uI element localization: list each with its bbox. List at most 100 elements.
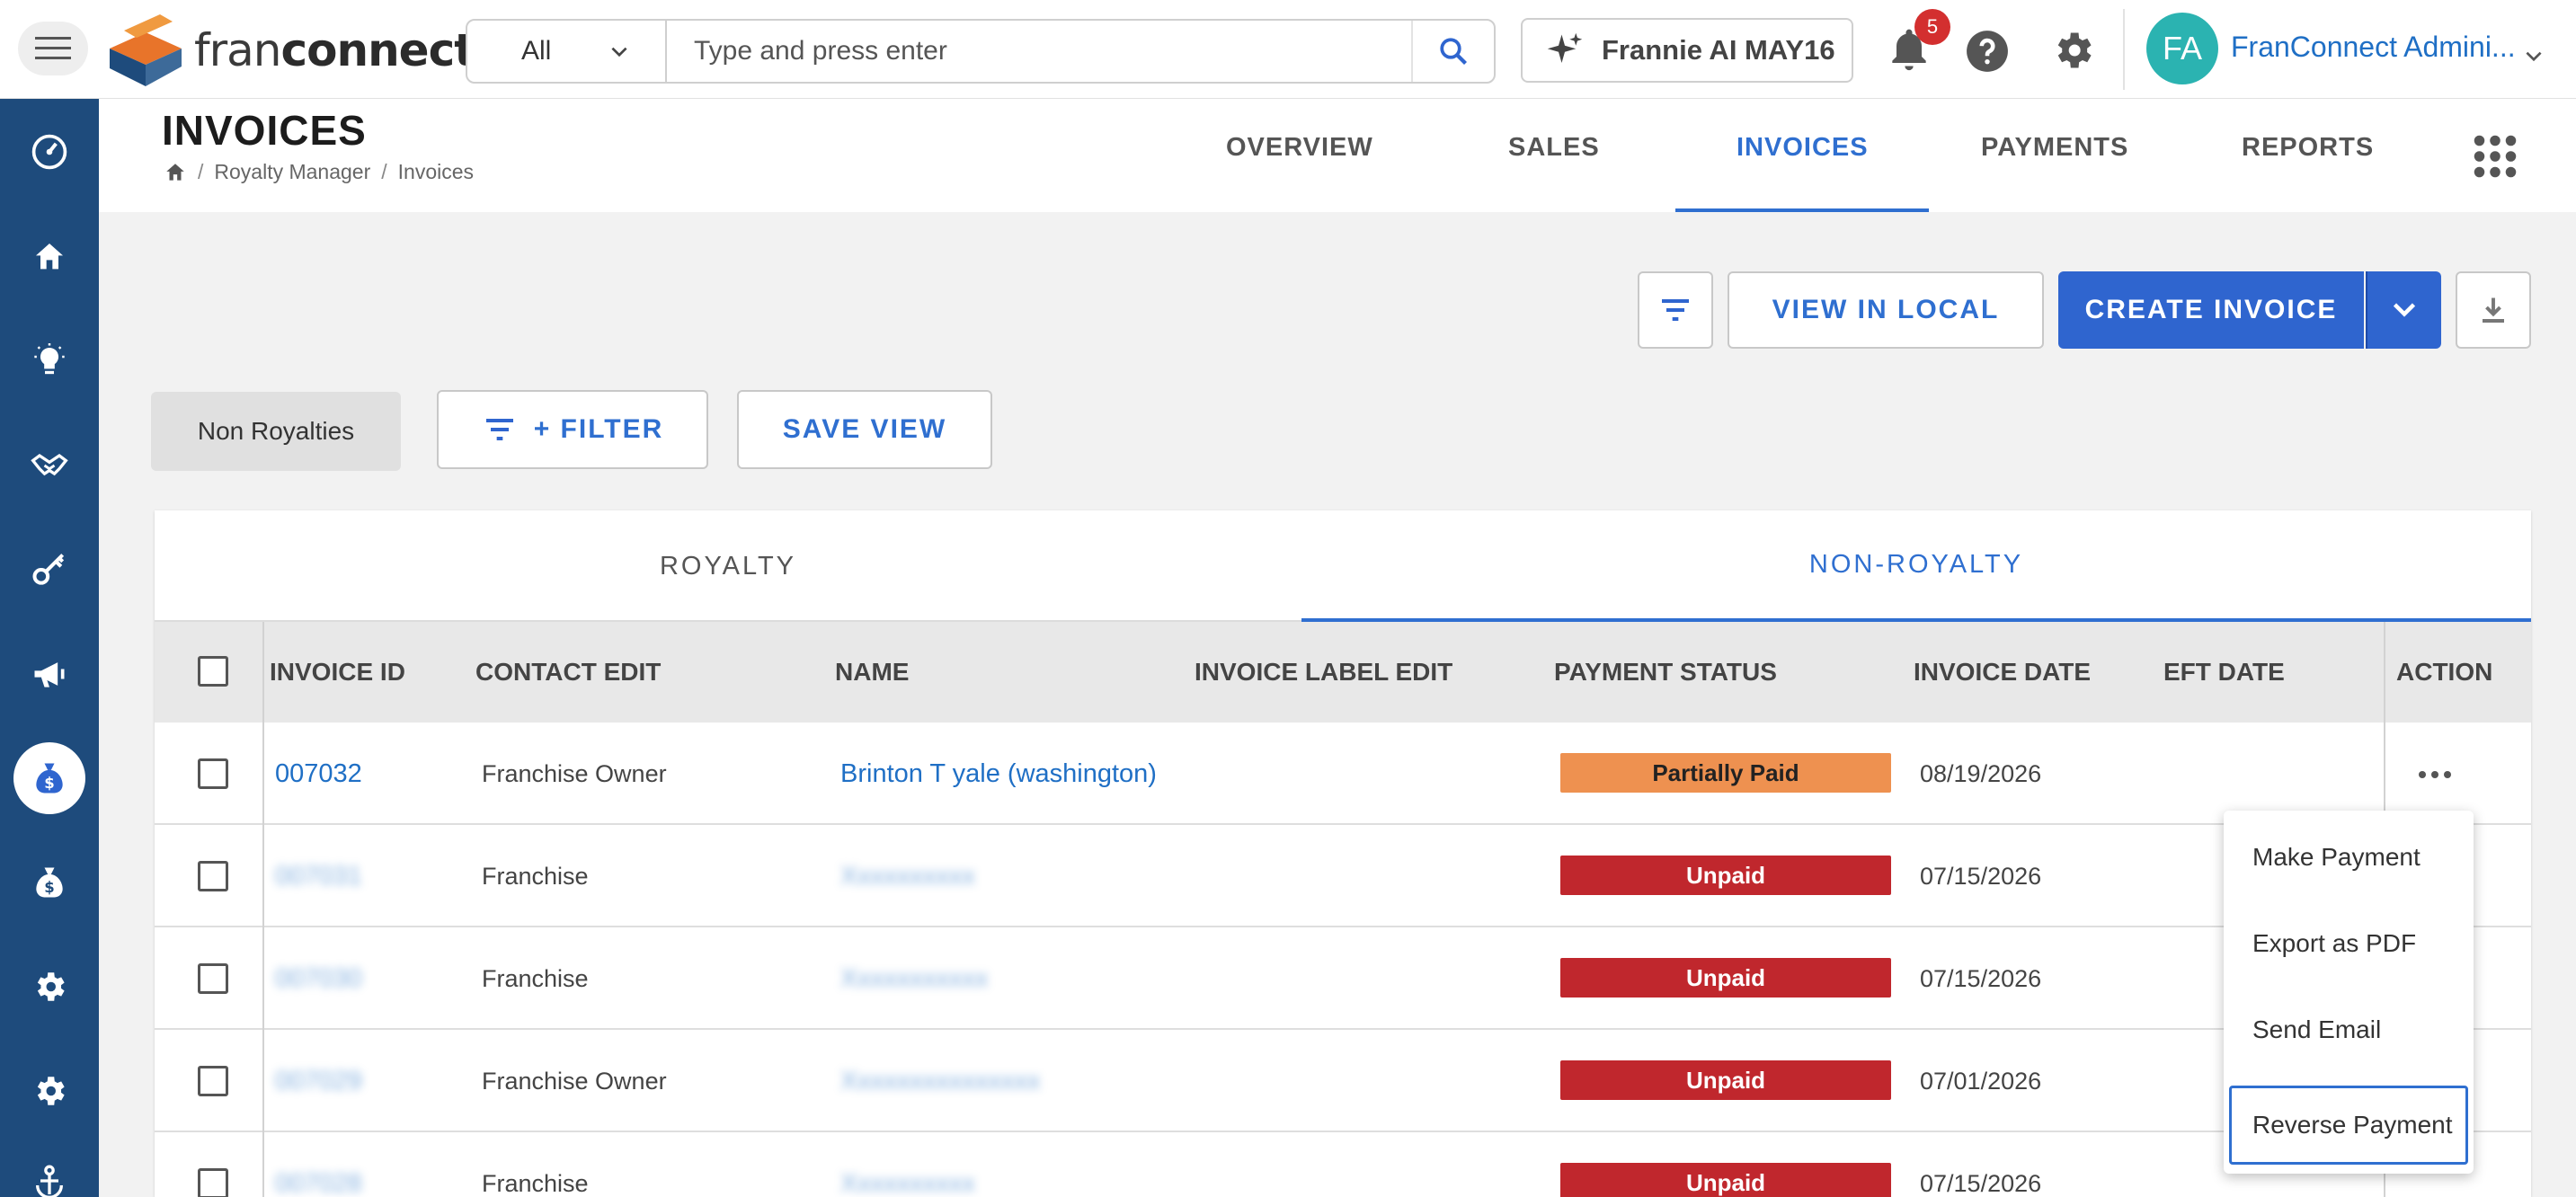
column-header-invoice-date[interactable]: INVOICE DATE — [1914, 622, 2091, 723]
invoice-date-cell: 08/19/2026 — [1920, 759, 2042, 787]
topbar-divider — [2123, 9, 2125, 90]
rail-item-deals[interactable] — [13, 430, 85, 501]
search-input[interactable] — [667, 21, 1411, 82]
name-link[interactable]: Xxxxxxxxxx — [840, 1132, 975, 1197]
rail-item-home[interactable] — [13, 221, 85, 293]
user-name[interactable]: FranConnect Admini... — [2231, 31, 2516, 64]
column-divider — [262, 1030, 264, 1132]
hamburger-menu-button[interactable] — [18, 22, 88, 75]
handshake-icon — [31, 453, 68, 476]
row-checkbox[interactable] — [198, 1168, 228, 1197]
name-link[interactable]: Xxxxxxxxxxx — [840, 927, 988, 1030]
menu-item-send-email[interactable]: Send Email — [2229, 990, 2468, 1069]
breadcrumb: / Royalty Manager / Invoices — [164, 160, 474, 184]
active-tab-indicator — [1675, 208, 1929, 212]
invoice-id-link[interactable]: 007032 — [275, 723, 362, 825]
speedometer-icon — [31, 134, 67, 170]
search-scope-value: All — [521, 36, 552, 66]
tab-sales[interactable]: SALES — [1508, 133, 1600, 163]
view-in-local-button[interactable]: VIEW IN LOCAL — [1728, 271, 2044, 349]
tab-reports[interactable]: REPORTS — [2242, 133, 2374, 163]
filter-lines-icon — [485, 419, 513, 440]
breadcrumb-separator: / — [198, 160, 204, 183]
apps-grid-icon[interactable] — [2468, 129, 2522, 183]
home-icon[interactable] — [164, 161, 187, 184]
invoice-type-tabs: ROYALTY NON-ROYALTY — [155, 510, 2531, 622]
row-checkbox[interactable] — [198, 963, 228, 994]
row-checkbox[interactable] — [198, 1066, 228, 1096]
search-scope-select[interactable]: All — [467, 21, 667, 82]
invoice-id-link[interactable]: 007030 — [275, 927, 362, 1030]
rail-item-admin-settings[interactable] — [13, 951, 85, 1023]
rail-item-ideas[interactable] — [13, 325, 85, 397]
logo-mark-icon — [110, 14, 182, 86]
settings-gear-icon[interactable] — [2049, 27, 2096, 74]
invoice-id-link[interactable]: 007028 — [275, 1132, 362, 1197]
column-divider — [2384, 622, 2385, 723]
save-view-button[interactable]: SAVE VIEW — [737, 390, 992, 469]
menu-item-reverse-payment[interactable]: Reverse Payment — [2229, 1086, 2468, 1165]
column-header-contact[interactable]: CONTACT EDIT — [475, 622, 661, 723]
menu-item-export-pdf[interactable]: Export as PDF — [2229, 904, 2468, 983]
rail-item-royalty-active[interactable]: $ — [13, 742, 85, 814]
user-avatar[interactable]: FA — [2146, 13, 2218, 84]
save-view-label: SAVE VIEW — [782, 414, 947, 444]
name-link[interactable]: Xxxxxxxxxx — [840, 825, 975, 927]
rail-item-marketing[interactable] — [13, 638, 85, 710]
invoice-id-link[interactable]: 007031 — [275, 825, 362, 927]
invoice-id-link[interactable]: 007029 — [275, 1030, 362, 1132]
add-filter-button[interactable]: + FILTER — [437, 390, 708, 469]
help-icon[interactable] — [1965, 29, 2010, 74]
user-menu-chevron-icon[interactable] — [2522, 45, 2545, 68]
tab-royalty[interactable]: ROYALTY — [155, 510, 1301, 622]
breadcrumb-royalty-manager[interactable]: Royalty Manager — [214, 160, 370, 184]
name-link[interactable]: Xxxxxxxxxxxxxxx — [840, 1030, 1040, 1132]
top-bar: franconnect All Frannie AI MAY16 5 FA Fr… — [0, 0, 2576, 99]
column-header-payment-status[interactable]: PAYMENT STATUS — [1554, 622, 1777, 723]
sparkle-icon — [1547, 32, 1583, 63]
breadcrumb-separator: / — [381, 160, 387, 183]
download-button[interactable] — [2456, 271, 2531, 349]
select-all-checkbox[interactable] — [198, 656, 228, 687]
column-header-invoice-id[interactable]: INVOICE ID — [270, 622, 405, 723]
column-divider — [262, 723, 264, 825]
saved-view-chip[interactable]: Non Royalties — [151, 392, 401, 471]
tab-overview[interactable]: OVERVIEW — [1226, 133, 1373, 163]
column-header-eft-date[interactable]: EFT DATE — [2163, 622, 2285, 723]
frannie-ai-button[interactable]: Frannie AI MAY16 — [1521, 18, 1853, 83]
rail-item-dashboard[interactable] — [13, 116, 85, 188]
rail-item-finance[interactable]: $ — [13, 847, 85, 918]
key-icon — [32, 554, 65, 585]
money-bag-icon: $ — [36, 867, 63, 898]
row-action-menu-button[interactable] — [2412, 757, 2457, 793]
column-header-action: ACTION — [2396, 658, 2493, 686]
create-invoice-button[interactable]: CREATE INVOICE — [2058, 271, 2364, 349]
tab-invoices[interactable]: INVOICES — [1737, 133, 1869, 163]
table-row: 007029 Franchise Owner Xxxxxxxxxxxxxxx U… — [155, 1030, 2531, 1132]
franconnect-logo[interactable]: franconnect — [106, 13, 475, 88]
row-checkbox[interactable] — [198, 758, 228, 789]
table-row: 007032 Franchise Owner Brinton T yale (w… — [155, 723, 2531, 825]
menu-item-make-payment[interactable]: Make Payment — [2229, 818, 2468, 897]
more-horizontal-icon — [2419, 771, 2451, 778]
invoice-date-cell: 07/15/2026 — [1920, 862, 2042, 890]
rail-item-keys[interactable] — [13, 534, 85, 606]
tab-payments[interactable]: PAYMENTS — [1981, 133, 2128, 163]
invoice-table-card: ROYALTY NON-ROYALTY INVOICE ID CONTACT E… — [155, 510, 2531, 1197]
rail-item-more[interactable] — [13, 1145, 85, 1197]
column-filter-button[interactable] — [1638, 271, 1713, 349]
column-header-invoice-label[interactable]: INVOICE LABEL EDIT — [1195, 622, 1452, 723]
view-in-local-label: VIEW IN LOCAL — [1772, 295, 2000, 324]
rail-item-configuration[interactable] — [13, 1055, 85, 1127]
create-invoice-dropdown-button[interactable] — [2366, 271, 2441, 349]
row-checkbox[interactable] — [198, 861, 228, 891]
filter-lines-icon — [1662, 299, 1689, 321]
row-action-menu: Make Payment Export as PDF Send Email Re… — [2224, 811, 2474, 1174]
search-button[interactable] — [1411, 21, 1494, 82]
page-title: INVOICES — [162, 107, 367, 154]
name-link[interactable]: Brinton T yale (washington) — [840, 723, 1157, 825]
column-header-name[interactable]: NAME — [835, 622, 909, 723]
status-badge: Unpaid — [1560, 856, 1891, 895]
notification-count-badge: 5 — [1914, 9, 1950, 45]
tab-non-royalty[interactable]: NON-ROYALTY — [1301, 510, 2531, 622]
